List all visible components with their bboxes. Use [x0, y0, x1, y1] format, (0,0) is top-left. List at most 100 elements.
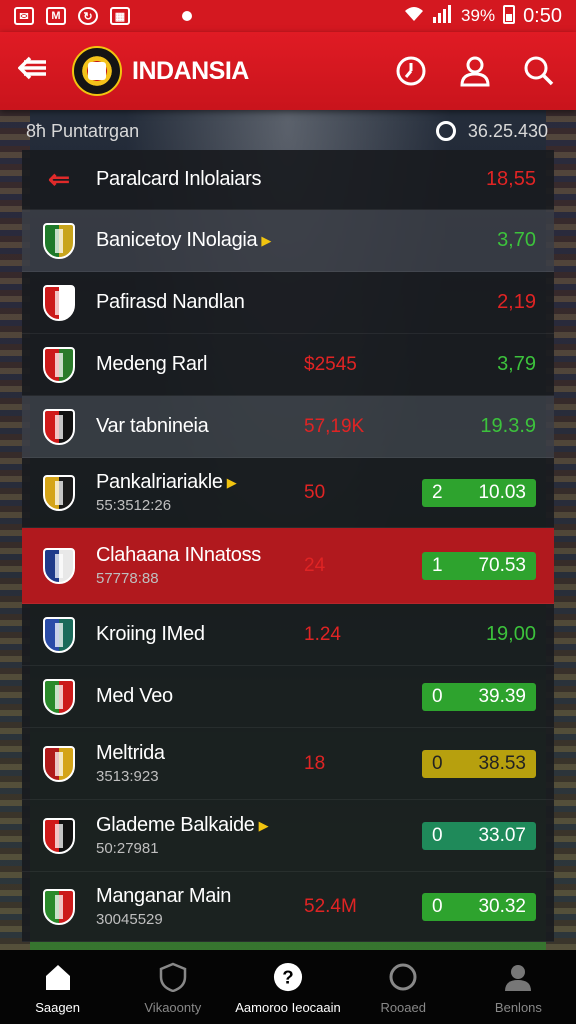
- odds-count: 0: [432, 895, 443, 917]
- calendar-icon: ▦: [110, 7, 130, 25]
- odds-pill[interactable]: 1 70.53: [422, 551, 536, 580]
- nav-label: Aamoroo Ieocaain: [235, 1000, 341, 1015]
- sync-icon: ↻: [78, 7, 98, 25]
- battery-percent: 39%: [461, 6, 496, 25]
- odds-value[interactable]: 18,55: [486, 168, 536, 191]
- odds-value: 33.07: [478, 824, 526, 846]
- odds-pill[interactable]: 0 38.53: [422, 749, 536, 778]
- odds-value: 70.53: [478, 554, 526, 576]
- back-button[interactable]: [17, 54, 58, 88]
- badge-area: [22, 888, 96, 925]
- list-item[interactable]: Pafirasd Nandlan 2,19: [22, 272, 554, 334]
- timer-button[interactable]: [392, 52, 430, 90]
- target-icon[interactable]: [435, 121, 456, 141]
- badge-area: [22, 817, 96, 854]
- app-header: INDANSIA: [0, 32, 576, 110]
- nav-label: Benlons: [494, 1000, 542, 1015]
- odds-value[interactable]: 3,70: [497, 229, 536, 252]
- list-item[interactable]: Manganar Main 30045529 52.4M 0 30.32: [22, 872, 554, 942]
- help-icon: ?: [273, 962, 303, 992]
- team-crest-icon: [43, 284, 75, 321]
- odds-count: 2: [432, 481, 443, 503]
- home-icon: [43, 962, 73, 992]
- team-info: Pafirasd Nandlan: [96, 291, 554, 314]
- team-crest-icon: [43, 745, 75, 782]
- mid-value: 52.4M: [304, 895, 357, 917]
- odds-value: 10.03: [478, 481, 526, 503]
- svg-text:?: ?: [282, 967, 293, 988]
- list-item[interactable]: Clahaana INnatoss 57778:88 24 1 70.53: [22, 528, 554, 604]
- clock: 0:50: [523, 4, 562, 27]
- list-item[interactable]: Med Veo 0 39.39: [22, 666, 554, 728]
- battery-icon: [503, 4, 516, 29]
- mid-value: 18: [304, 752, 326, 774]
- list-item[interactable]: Kroiing IMed 1.24 19,00: [22, 604, 554, 666]
- signal-icon: [433, 4, 453, 28]
- list-item[interactable]: Glademe Balkaide ▶ 50:27981 0 33.07: [22, 800, 554, 872]
- nav-label: Saagen: [35, 1000, 81, 1015]
- odds-pill[interactable]: 0 39.39: [422, 682, 536, 711]
- odds-pill[interactable]: 0 33.07: [422, 821, 536, 850]
- odds-count: 1: [432, 554, 443, 576]
- app-logo: [72, 46, 122, 96]
- list-item[interactable]: ⇐ Paralcard Inlolaiars 18,55: [22, 150, 554, 210]
- mid-value: $2545: [304, 353, 357, 375]
- odds-value[interactable]: 3,79: [497, 353, 536, 376]
- team-crest-icon: [43, 678, 75, 715]
- back-arrow-icon[interactable]: ⇐: [48, 164, 70, 195]
- match-list: ⇐ Paralcard Inlolaiars 18,55 Banicetoy INol…: [22, 150, 554, 942]
- list-item[interactable]: Medeng Rarl $2545 3,79: [22, 334, 554, 396]
- list-item[interactable]: Meltrida 3513:923 18 0 38.53: [22, 728, 554, 800]
- list-item[interactable]: Banicetoy INolagia ▶ 3,70: [22, 210, 554, 272]
- nav-item-shield[interactable]: Vikaoonty: [115, 950, 230, 1024]
- nav-item-circle[interactable]: Rooaed: [346, 950, 461, 1024]
- badge-area: [22, 678, 96, 715]
- search-button[interactable]: [520, 52, 558, 90]
- odds-pill[interactable]: 2 10.03: [422, 478, 536, 507]
- search-icon: [524, 56, 554, 86]
- section-label: 8ħ Puntatrgan: [26, 120, 140, 141]
- team-crest-icon: [43, 817, 75, 854]
- back-arrow-icon: [17, 56, 46, 80]
- nav-item-person[interactable]: Benlons: [461, 950, 576, 1024]
- badge-area: [22, 616, 96, 653]
- status-bar: ✉ M ↻ ▦ 39% 0:50: [0, 0, 576, 32]
- mail-icon: M: [46, 7, 66, 25]
- odds-value: 38.53: [478, 752, 526, 774]
- mid-value: 1.24: [304, 623, 341, 645]
- odds-pill[interactable]: 0 30.32: [422, 892, 536, 921]
- trend-arrow-icon: ▶: [226, 474, 237, 490]
- badge-area: ⇐: [22, 164, 96, 195]
- person-icon: [503, 962, 533, 992]
- team-crest-icon: [43, 222, 75, 259]
- team-crest-icon: [43, 346, 75, 383]
- shield-icon: [158, 962, 188, 992]
- odds-count: 0: [432, 752, 443, 774]
- badge-area: [22, 284, 96, 321]
- section-value: 36.25.430: [467, 120, 548, 141]
- odds-value[interactable]: 19.3.9: [480, 415, 536, 438]
- odds-value[interactable]: 19,00: [486, 623, 536, 646]
- list-item[interactable]: Var tabnineia 57,19K 19.3.9: [22, 396, 554, 458]
- timer-icon: [396, 56, 426, 86]
- nav-item-help[interactable]: ? Aamoroo Ieocaain: [230, 950, 345, 1024]
- trend-arrow-icon: ▶: [258, 817, 269, 833]
- profile-button[interactable]: [456, 52, 494, 90]
- team-name: Banicetoy INolagia: [96, 229, 258, 251]
- team-name: Pafirasd Nandlan: [96, 291, 245, 313]
- team-crest-icon: [43, 408, 75, 445]
- team-crest-icon: [43, 888, 75, 925]
- app-title: INDANSIA: [132, 56, 249, 85]
- mid-value: 24: [304, 554, 326, 576]
- odds-value[interactable]: 2,19: [497, 291, 536, 314]
- trend-arrow-icon: ▶: [261, 232, 272, 248]
- sub-header: 8ħ Puntatrgan 36.25.430: [22, 112, 554, 150]
- team-info: Banicetoy INolagia ▶: [96, 229, 554, 252]
- bottom-navigation: Saagen Vikaoonty? Aamoroo Ieocaain Rooaed Be…: [0, 950, 576, 1024]
- badge-area: [22, 346, 96, 383]
- odds-count: 0: [432, 824, 443, 846]
- team-name: Pankalriariakle: [96, 471, 223, 493]
- nav-item-home[interactable]: Saagen: [0, 950, 115, 1024]
- odds-count: 0: [432, 685, 443, 707]
- list-item[interactable]: Pankalriariakle ▶ 55:3512:26 50 2 10.03: [22, 458, 554, 528]
